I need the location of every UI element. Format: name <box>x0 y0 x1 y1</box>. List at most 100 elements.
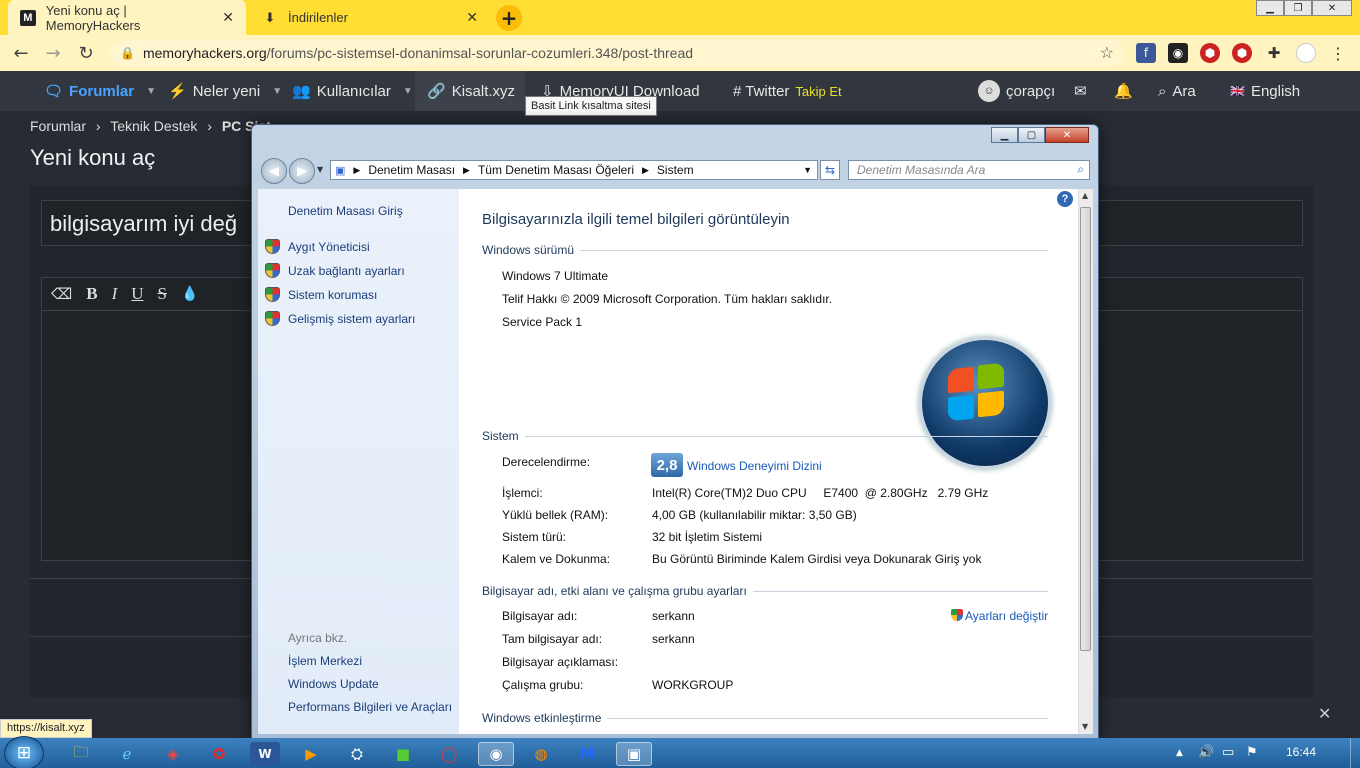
internet-explorer-icon[interactable]: ℯ <box>112 742 142 766</box>
explorer-icon[interactable]: 🗀 <box>66 742 96 766</box>
refresh-icon[interactable]: ⇆ <box>820 160 840 180</box>
app-icon[interactable]: ✪ <box>204 742 234 766</box>
back-arrow-icon[interactable]: ← <box>8 40 34 66</box>
control-panel-icon[interactable]: ▣ <box>616 742 652 766</box>
help-icon[interactable]: ? <box>1057 191 1073 207</box>
strikethrough-icon[interactable]: S <box>158 284 167 304</box>
search-input[interactable]: Denetim Masasında Ara ⌕ <box>848 160 1090 180</box>
reload-icon[interactable]: ↻ <box>73 40 99 66</box>
volume-icon[interactable]: 🔊 <box>1198 745 1214 760</box>
eraser-icon[interactable]: ⌫ <box>51 285 72 303</box>
menu-dots-icon[interactable]: ⋮ <box>1328 43 1348 63</box>
media-player-icon[interactable]: ▶ <box>296 742 326 766</box>
address-segment[interactable]: Sistem <box>657 163 694 177</box>
bookmark-star-icon[interactable]: ☆ <box>1100 43 1114 63</box>
chrome-icon[interactable]: ◉ <box>478 742 514 766</box>
device-manager-link[interactable]: Aygıt Yöneticisi <box>288 240 370 254</box>
control-panel-home-link[interactable]: Denetim Masası Giriş <box>288 204 403 218</box>
advanced-settings-link[interactable]: Gelişmiş sistem ayarları <box>288 312 415 326</box>
bell-icon[interactable]: 🔔 <box>1114 71 1133 111</box>
windows-update-link[interactable]: Windows Update <box>288 677 379 691</box>
network-icon[interactable]: ▭ <box>1222 745 1234 760</box>
malwarebytes-icon[interactable]: M <box>572 742 602 766</box>
italic-icon[interactable]: I <box>112 284 118 304</box>
tab-memoryhackers[interactable]: M Yeni konu aç | MemoryHackers ✕ <box>8 0 246 35</box>
tray-arrow-icon[interactable]: ▲ <box>1176 748 1183 758</box>
forward-arrow-icon[interactable]: → <box>40 40 66 66</box>
system-protection-link[interactable]: Sistem koruması <box>288 288 377 302</box>
close-tab-icon[interactable]: ✕ <box>222 9 234 26</box>
scrollbar-thumb[interactable] <box>1080 207 1091 651</box>
address-bar[interactable]: 🔒 memoryhackers.org/forums/pc-sistemsel-… <box>110 40 1124 66</box>
action-center-link[interactable]: İşlem Merkezi <box>288 654 362 668</box>
back-arrow-icon[interactable]: ◀ <box>261 158 287 184</box>
copyright-text: Telif Hakkı © 2009 Microsoft Corporation… <box>502 292 833 306</box>
profile-avatar-icon[interactable] <box>1296 43 1316 63</box>
remote-settings-link[interactable]: Uzak bağlantı ayarları <box>288 264 405 278</box>
breadcrumb-item[interactable]: Teknik Destek <box>110 118 197 134</box>
address-bar[interactable]: ▣ ▶ Denetim Masası ▶ Tüm Denetim Masası … <box>330 160 818 180</box>
inbox-icon[interactable]: ✉ <box>1074 71 1087 111</box>
breadcrumb-item[interactable]: Forumlar <box>30 118 86 134</box>
word-icon[interactable]: W <box>250 742 280 766</box>
wei-link[interactable]: Windows Deneyimi Dizini <box>687 459 822 473</box>
close-button[interactable]: ✕ <box>1045 127 1089 143</box>
pen-touch-label: Kalem ve Dokunma: <box>502 552 611 566</box>
nav-user[interactable]: ☺ çorapçı <box>978 71 1055 111</box>
address-segment[interactable]: Denetim Masası <box>368 163 455 177</box>
start-button[interactable]: ⊞ <box>4 736 44 768</box>
bold-icon[interactable]: B <box>86 284 97 304</box>
tab-downloads[interactable]: ⬇ İndirilenler ✕ <box>250 0 490 35</box>
main-pane: ? Bilgisayarınızla ilgili temel bilgiler… <box>459 189 1078 734</box>
facebook-extension-icon[interactable]: f <box>1136 43 1156 63</box>
adblock-extension-icon[interactable]: ⬢ <box>1232 43 1252 63</box>
forward-arrow-icon[interactable]: ▶ <box>289 158 315 184</box>
nav-members[interactable]: 👥 Kullanıcılar ▼ <box>292 71 413 111</box>
extensions-puzzle-icon[interactable]: ✚ <box>1264 43 1284 63</box>
clock[interactable]: 16:44 <box>1286 745 1316 759</box>
lock-icon: 🔒 <box>120 46 135 60</box>
section-heading: Windows etkinleştirme <box>482 711 1048 725</box>
close-window-button[interactable]: ✕ <box>1312 0 1352 16</box>
chevron-down-icon: ▼ <box>402 85 413 97</box>
breadcrumb: Forumlar › Teknik Destek › PC Sist <box>30 118 271 134</box>
nav-search[interactable]: ⌕ Ara <box>1158 71 1196 111</box>
computer-name-value: serkann <box>652 609 695 623</box>
nav-whats-new[interactable]: ⚡ Neler yeni ▼ <box>168 71 282 111</box>
extension-icon[interactable]: ◉ <box>1168 43 1188 63</box>
adblock-extension-icon[interactable]: ⬢ <box>1200 43 1220 63</box>
close-tab-icon[interactable]: ✕ <box>466 9 478 26</box>
restore-window-button[interactable]: ❐ <box>1284 0 1312 16</box>
opera-icon[interactable]: ◯ <box>434 742 464 766</box>
underline-icon[interactable]: U <box>131 284 143 304</box>
scroll-up-icon[interactable]: ▲ <box>1082 191 1088 200</box>
change-settings-link[interactable]: Ayarları değiştir <box>951 609 1048 623</box>
close-icon[interactable]: ✕ <box>1318 704 1331 723</box>
action-center-flag-icon[interactable]: ⚑ <box>1246 745 1258 760</box>
address-segment[interactable]: Tüm Denetim Masası Öğeleri <box>478 163 634 177</box>
app-icon[interactable]: ◈ <box>158 742 188 766</box>
shield-icon <box>265 311 280 326</box>
system-type-label: Sistem türü: <box>502 530 567 544</box>
nav-language[interactable]: 🇬🇧 English <box>1230 71 1300 111</box>
tooltip: Basit Link kısaltma sitesi <box>525 96 657 116</box>
scroll-down-icon[interactable]: ▼ <box>1082 722 1088 731</box>
maximize-button[interactable]: ▢ <box>1018 127 1045 143</box>
chevron-down-icon: ▼ <box>272 85 283 97</box>
nav-twitter[interactable]: # Twitter Takip Et <box>733 71 842 111</box>
minimize-button[interactable]: ▁ <box>991 127 1018 143</box>
nav-forums[interactable]: 🗨 Forumlar ▼ <box>44 71 156 111</box>
nav-kisalt[interactable]: 🔗 Kisalt.xyz <box>415 71 525 111</box>
color-drop-icon[interactable]: 💧 <box>181 286 198 302</box>
chevron-down-icon[interactable]: ▼ <box>803 165 812 175</box>
windows-logo-icon <box>919 337 1051 469</box>
history-dropdown-icon[interactable]: ▼ <box>317 165 323 174</box>
show-desktop-button[interactable] <box>1350 738 1360 768</box>
users-icon: 👥 <box>292 83 311 100</box>
new-tab-button[interactable]: + <box>496 5 522 31</box>
performance-link[interactable]: Performans Bilgileri ve Araçları <box>288 700 452 714</box>
firefox-icon[interactable]: ◍ <box>526 742 556 766</box>
app-icon[interactable]: ⛭ <box>342 742 372 766</box>
minimize-window-button[interactable]: ▁ <box>1256 0 1284 16</box>
minecraft-icon[interactable]: ■ <box>388 742 418 766</box>
